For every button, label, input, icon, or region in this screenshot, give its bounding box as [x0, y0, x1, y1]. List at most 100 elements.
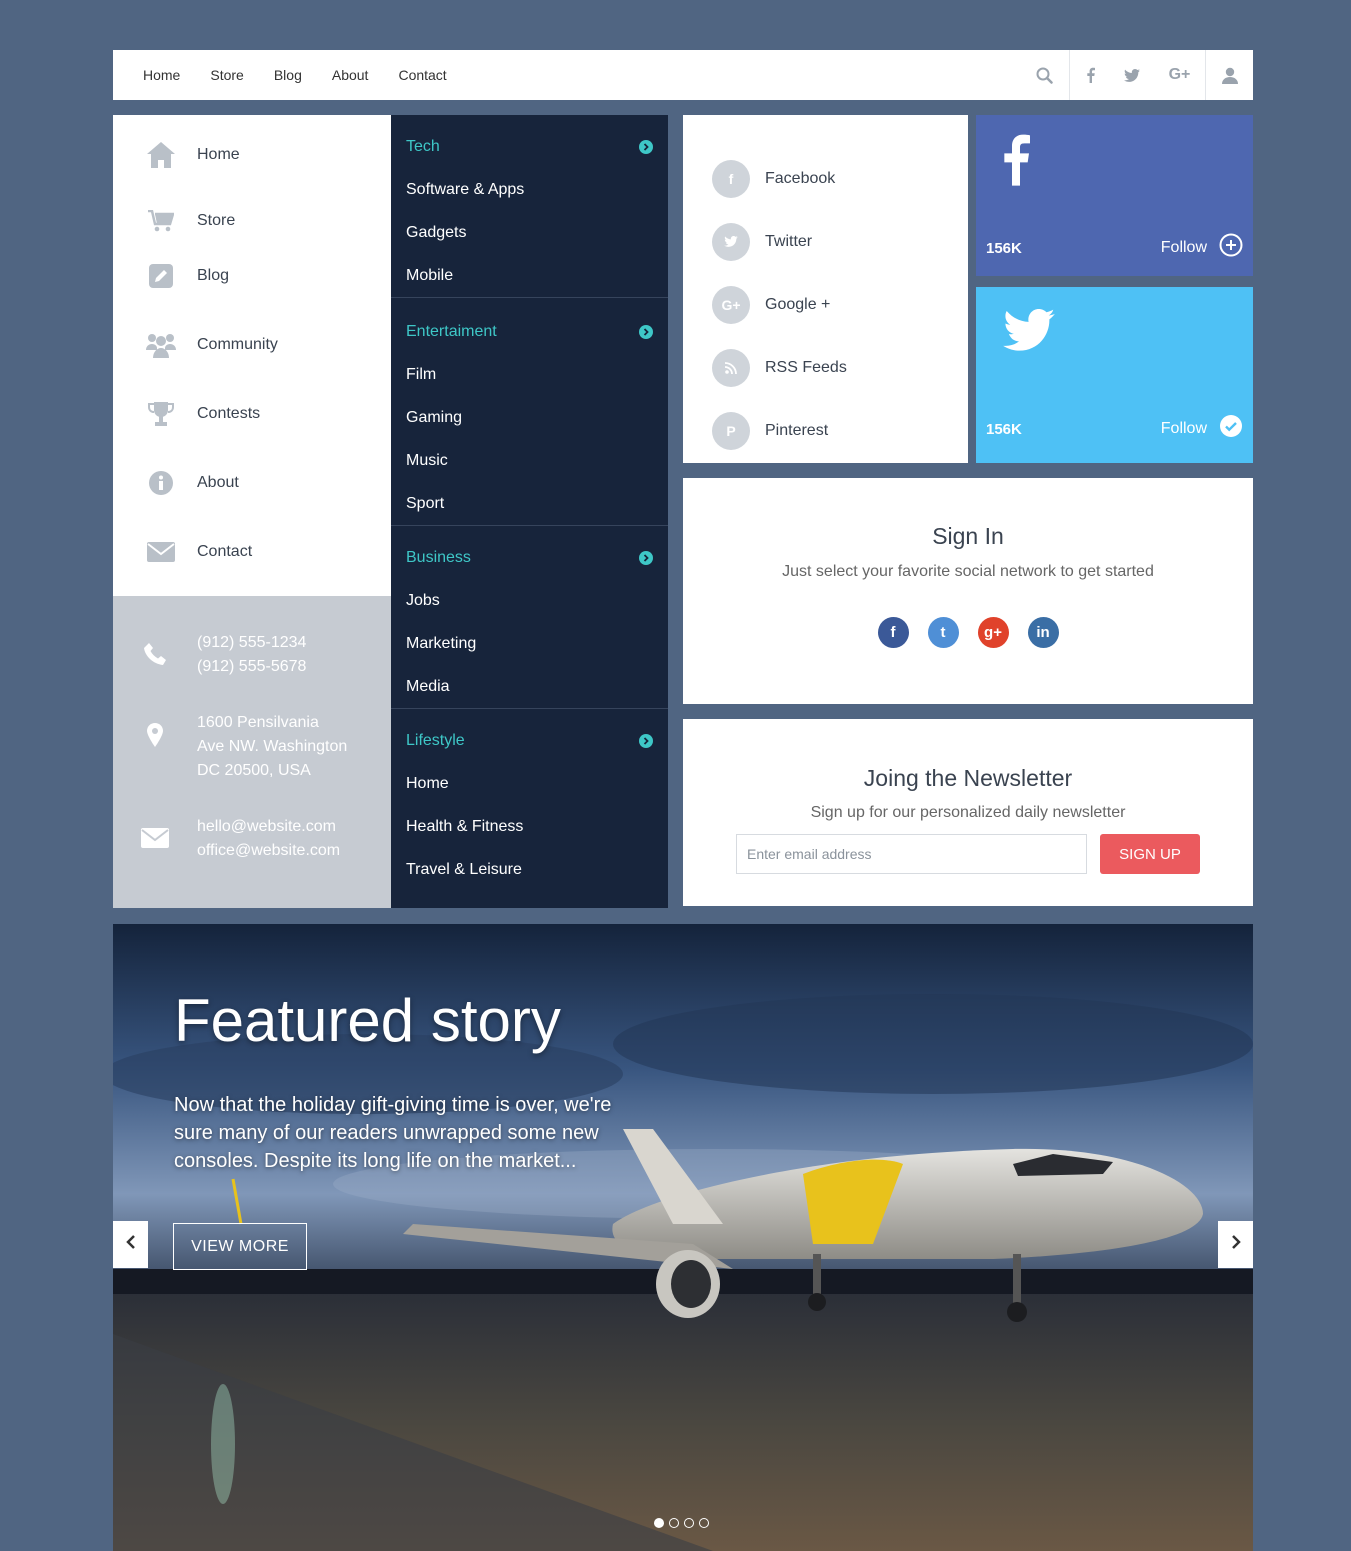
address-line-3: DC 20500, USA — [197, 762, 311, 779]
category-item[interactable]: Home — [391, 762, 668, 805]
follower-count: 156K — [986, 421, 1022, 438]
twitter-icon[interactable]: t — [927, 617, 959, 648]
chevron-right-icon — [639, 139, 653, 154]
phone-number-2: (912) 555-5678 — [197, 658, 307, 675]
sign-up-button[interactable]: SIGN UP — [1100, 834, 1200, 874]
chevron-right-icon — [639, 733, 653, 748]
sidebar-item-label: Community — [197, 335, 278, 353]
category-group-entertainment: Entertaiment Film Gaming Music Sport — [391, 298, 668, 526]
social-link-rss[interactable]: RSS Feeds — [683, 336, 968, 399]
email-address-1[interactable]: hello@website.com — [197, 815, 340, 839]
pinterest-icon: P — [712, 411, 750, 450]
chevron-right-icon — [639, 324, 653, 339]
category-item[interactable]: Mobile — [391, 254, 668, 297]
view-more-button[interactable]: VIEW MORE — [173, 1223, 307, 1270]
sign-in-networks: f t g+ in — [683, 617, 1253, 648]
map-pin-icon — [113, 711, 197, 783]
slider-prev-button[interactable] — [113, 1221, 148, 1268]
top-nav: Home Store Blog About Contact G+ — [113, 50, 1253, 100]
google-plus-icon[interactable]: G+ — [1154, 50, 1206, 100]
slider-dot[interactable] — [699, 1518, 709, 1528]
category-item[interactable]: Gaming — [391, 396, 668, 439]
nav-blog[interactable]: Blog — [274, 67, 302, 83]
slider-dot[interactable] — [684, 1518, 694, 1528]
user-icon[interactable] — [1206, 50, 1253, 100]
social-link-twitter[interactable]: Twitter — [683, 210, 968, 273]
follow-label: Follow — [1160, 238, 1207, 256]
users-icon — [146, 330, 176, 360]
search-icon[interactable] — [1020, 50, 1070, 100]
category-item[interactable]: Music — [391, 439, 668, 482]
sidebar-item-about[interactable]: About — [113, 448, 391, 517]
home-icon — [146, 140, 176, 170]
sidebar-item-store[interactable]: Store — [113, 201, 391, 241]
twitter-icon — [1003, 309, 1055, 356]
follower-count: 156K — [986, 240, 1022, 257]
social-link-facebook[interactable]: f Facebook — [683, 147, 968, 210]
twitter-follow-button[interactable]: Follow — [1161, 414, 1243, 443]
category-item[interactable]: Software & Apps — [391, 168, 668, 211]
category-item[interactable]: Travel & Leisure — [391, 848, 668, 891]
email-field[interactable] — [736, 834, 1087, 874]
chevron-right-icon — [1231, 1235, 1241, 1254]
social-link-pinterest[interactable]: P Pinterest — [683, 399, 968, 462]
address-line-1: 1600 Pensilvania — [197, 714, 319, 731]
slider-dot[interactable] — [669, 1518, 679, 1528]
linkedin-icon[interactable]: in — [1027, 617, 1059, 648]
category-item[interactable]: Marketing — [391, 622, 668, 665]
facebook-follow-button[interactable]: Follow — [1161, 233, 1243, 262]
category-header[interactable]: Lifestyle — [391, 719, 668, 762]
nav-home[interactable]: Home — [143, 67, 180, 83]
nav-about[interactable]: About — [332, 67, 369, 83]
sidebar-item-label: Store — [197, 212, 236, 229]
nav-contact[interactable]: Contact — [398, 67, 446, 83]
cart-icon — [146, 206, 176, 236]
category-item[interactable]: Gadgets — [391, 211, 668, 254]
category-item[interactable]: Sport — [391, 482, 668, 525]
category-header[interactable]: Entertaiment — [391, 310, 668, 353]
plus-circle-icon — [1219, 233, 1243, 262]
top-nav-icons: G+ — [1020, 50, 1253, 100]
envelope-icon — [113, 815, 197, 863]
social-link-label: RSS Feeds — [765, 358, 847, 376]
social-link-google-plus[interactable]: G+ Google + — [683, 273, 968, 336]
twitter-icon — [712, 222, 750, 261]
category-title: Business — [406, 548, 471, 566]
google-plus-icon[interactable]: g+ — [977, 617, 1009, 648]
sidebar-item-community[interactable]: Community — [113, 310, 391, 379]
category-item[interactable]: Film — [391, 353, 668, 396]
sidebar-item-contests[interactable]: Contests — [113, 379, 391, 448]
slider-next-button[interactable] — [1218, 1221, 1253, 1268]
sidebar-item-home[interactable]: Home — [113, 135, 391, 175]
facebook-icon[interactable]: f — [877, 617, 909, 648]
facebook-icon[interactable] — [1070, 50, 1110, 100]
sidebar-item-blog[interactable]: Blog — [113, 241, 391, 310]
category-header[interactable]: Tech — [391, 125, 668, 168]
contact-address: 1600 Pensilvania Ave NW. Washington DC 2… — [113, 711, 347, 783]
sign-in-panel: Sign In Just select your favorite social… — [683, 478, 1253, 704]
category-item[interactable]: Media — [391, 665, 668, 708]
rss-icon — [712, 348, 750, 387]
nav-store[interactable]: Store — [210, 67, 243, 83]
sidebar-item-label: About — [197, 473, 239, 491]
category-header[interactable]: Business — [391, 536, 668, 579]
google-plus-icon: G+ — [712, 285, 750, 324]
slider-dot[interactable] — [654, 1518, 664, 1528]
twitter-icon[interactable] — [1110, 50, 1154, 100]
category-item[interactable]: Jobs — [391, 579, 668, 622]
sidebar-item-label: Blog — [197, 266, 230, 284]
sidebar-item-contact[interactable]: Contact — [113, 517, 391, 586]
address-line-2: Ave NW. Washington — [197, 738, 348, 755]
category-group-business: Business Jobs Marketing Media — [391, 526, 668, 709]
email-address-2[interactable]: office@website.com — [197, 839, 340, 863]
social-link-label: Pinterest — [765, 421, 829, 439]
check-circle-icon — [1219, 414, 1243, 443]
featured-story-title: Featured story — [174, 987, 561, 1054]
facebook-follow-card: 156K Follow — [976, 115, 1253, 276]
category-item[interactable]: Health & Fitness — [391, 805, 668, 848]
slider-pagination — [654, 1518, 714, 1528]
facebook-icon: f — [712, 159, 750, 198]
newsletter-form: SIGN UP — [736, 834, 1200, 874]
category-menu: Tech Software & Apps Gadgets Mobile Ente… — [391, 115, 668, 908]
social-links-panel: f Facebook Twitter G+ Google + RSS Feeds… — [683, 115, 968, 463]
